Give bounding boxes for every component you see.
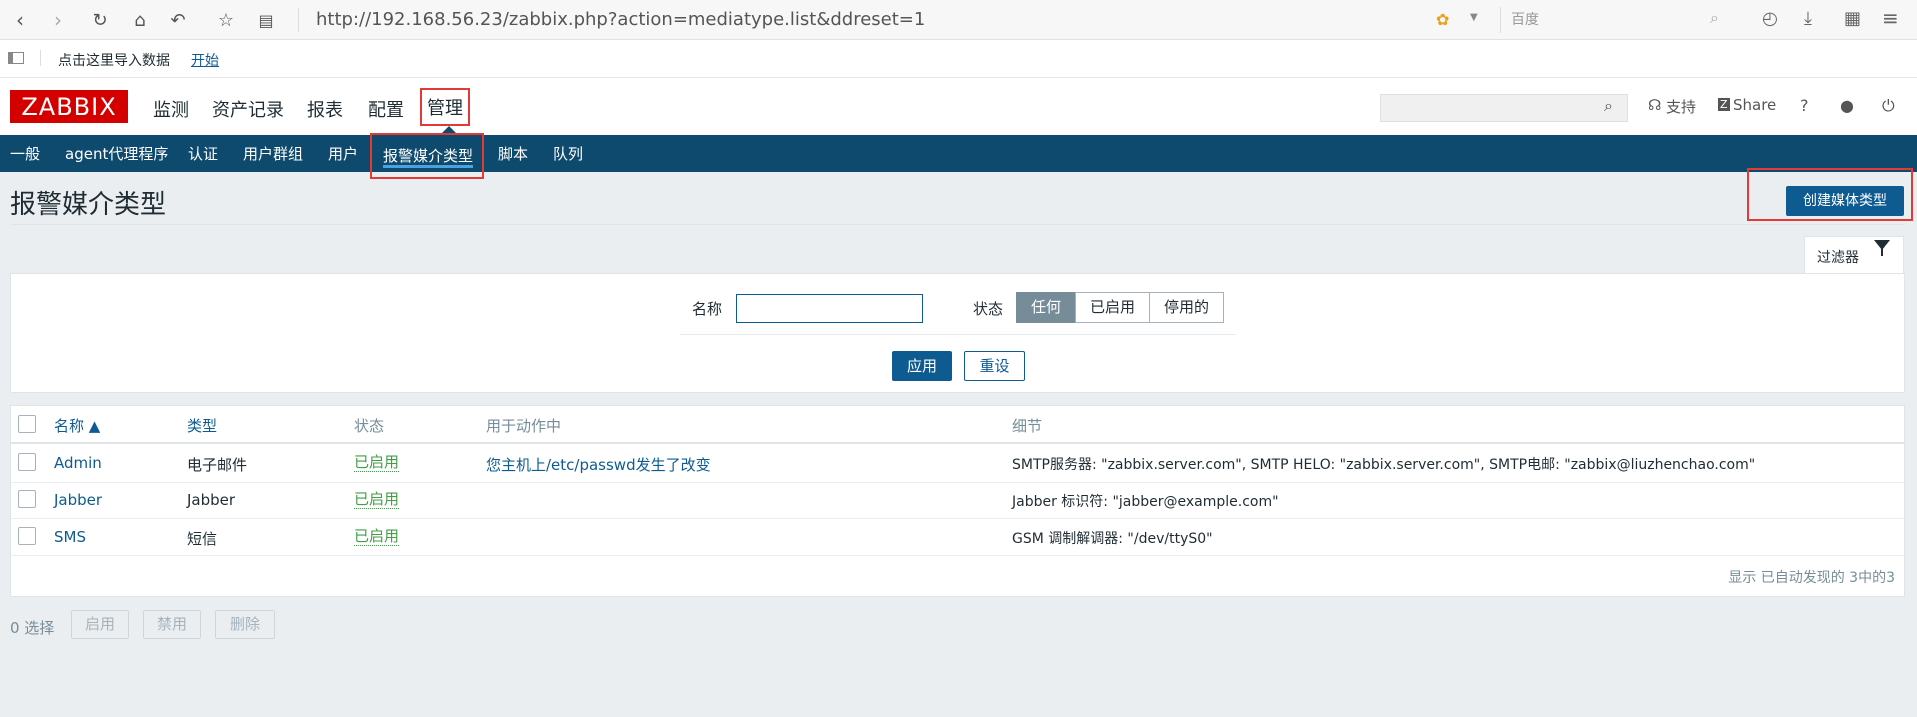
mass-disable-button[interactable]: 禁用 bbox=[143, 610, 201, 639]
reader-icon[interactable]: ▤ bbox=[252, 6, 280, 34]
media-type-type: 电子邮件 bbox=[187, 456, 248, 474]
help-link[interactable]: ? bbox=[1800, 96, 1809, 115]
row-divider bbox=[11, 555, 1904, 556]
table-footer-count: 显示 已自动发现的 3中的3 bbox=[1728, 570, 1895, 586]
filter-icon-stem bbox=[1881, 249, 1883, 256]
reset-button[interactable]: 重设 bbox=[964, 351, 1025, 381]
subnav-active-indicator bbox=[383, 165, 473, 168]
row-divider bbox=[11, 482, 1904, 483]
user-profile-icon[interactable]: ● bbox=[1840, 96, 1854, 115]
filter-tab-label: 过滤器 bbox=[1817, 250, 1859, 266]
select-all-checkbox[interactable] bbox=[18, 415, 36, 433]
status-filter-label: 状态 bbox=[973, 300, 1004, 318]
search-icon[interactable]: ⌕ bbox=[1710, 8, 1719, 28]
filter-divider bbox=[680, 334, 1236, 335]
row-checkbox[interactable] bbox=[18, 490, 36, 508]
apply-button[interactable]: 应用 bbox=[892, 351, 952, 381]
media-type-details: Jabber 标识符: "jabber@example.com" bbox=[1012, 494, 1279, 510]
column-header-type[interactable]: 类型 bbox=[187, 415, 217, 436]
menu-administration[interactable]: 管理 bbox=[420, 88, 470, 126]
bookmark-divider bbox=[40, 50, 41, 66]
subnav-scripts[interactable]: 脚本 bbox=[498, 143, 528, 164]
row-checkbox[interactable] bbox=[18, 453, 36, 471]
status-enabled-radio[interactable]: 已启用 bbox=[1075, 292, 1150, 323]
status-any-radio[interactable]: 任何 bbox=[1016, 292, 1076, 323]
mass-enable-button[interactable]: 启用 bbox=[71, 610, 129, 639]
selected-count: 0 选择 bbox=[10, 619, 55, 637]
subnav-general[interactable]: 一般 bbox=[10, 143, 40, 164]
zabbix-header bbox=[0, 78, 1917, 135]
zabbix-share-icon[interactable]: Z bbox=[1718, 98, 1730, 111]
back-icon[interactable]: ‹ bbox=[6, 6, 34, 34]
media-type-type: 短信 bbox=[187, 530, 218, 548]
subnav-authentication[interactable]: 认证 bbox=[188, 143, 218, 164]
column-header-details: 细节 bbox=[1012, 417, 1043, 435]
bookmark-bar bbox=[0, 40, 1917, 78]
subnav-media-types[interactable]: 报警媒介类型 bbox=[370, 133, 485, 179]
undo-icon[interactable]: ↶ bbox=[164, 6, 192, 34]
sidebar-toggle-icon[interactable] bbox=[8, 52, 24, 64]
browser-search-input[interactable]: 百度 bbox=[1500, 7, 1730, 33]
star-icon[interactable]: ☆ bbox=[212, 6, 240, 34]
media-type-name-link[interactable]: SMS bbox=[54, 528, 86, 546]
apps-icon[interactable]: ▦ bbox=[1844, 8, 1861, 29]
name-filter-input[interactable] bbox=[736, 294, 923, 323]
subnav-proxies[interactable]: agent代理程序 bbox=[65, 143, 168, 164]
address-bar[interactable]: http://192.168.56.23/zabbix.php?action=m… bbox=[316, 8, 925, 32]
media-type-name-link[interactable]: Admin bbox=[54, 454, 102, 472]
name-filter-label: 名称 bbox=[692, 300, 723, 318]
table-header-divider bbox=[11, 442, 1904, 444]
page-title: 报警媒介类型 bbox=[10, 190, 167, 220]
menu-reports[interactable]: 报表 bbox=[307, 96, 343, 122]
search-icon[interactable]: ⌕ bbox=[1604, 96, 1613, 116]
filter-panel bbox=[10, 273, 1905, 393]
subnav-users[interactable]: 用户 bbox=[328, 143, 358, 164]
media-type-status-toggle[interactable]: 已启用 bbox=[354, 491, 400, 509]
url-separator bbox=[298, 8, 299, 32]
forward-icon[interactable]: › bbox=[44, 6, 72, 34]
headset-icon[interactable]: ☊ bbox=[1648, 96, 1661, 114]
media-type-details: SMTP服务器: "zabbix.server.com", SMTP HELO:… bbox=[1012, 457, 1756, 473]
action-link[interactable]: 您主机上/etc/passwd发生了改变 bbox=[486, 454, 711, 475]
menu-inventory[interactable]: 资产记录 bbox=[212, 96, 284, 122]
row-checkbox[interactable] bbox=[18, 527, 36, 545]
column-header-name[interactable]: 名称 ▲ bbox=[54, 415, 100, 436]
mass-delete-button[interactable]: 删除 bbox=[215, 610, 275, 639]
create-media-type-button[interactable]: 创建媒体类型 bbox=[1786, 186, 1904, 216]
column-header-used-in-actions: 用于动作中 bbox=[486, 417, 562, 435]
media-type-status-toggle[interactable]: 已启用 bbox=[354, 454, 400, 472]
subnav-queue[interactable]: 队列 bbox=[553, 143, 583, 164]
share-link[interactable]: Share bbox=[1733, 96, 1776, 114]
status-disabled-radio[interactable]: 停用的 bbox=[1149, 292, 1224, 323]
bee-icon[interactable]: ✿ bbox=[1436, 10, 1449, 29]
subnav-user-groups[interactable]: 用户群组 bbox=[243, 143, 303, 164]
media-types-table bbox=[10, 405, 1905, 597]
zabbix-logo[interactable]: ZABBIX bbox=[10, 90, 128, 123]
logout-icon[interactable]: ⏻ bbox=[1882, 96, 1895, 116]
history-icon[interactable]: ◴ bbox=[1762, 8, 1778, 29]
support-link[interactable]: 支持 bbox=[1666, 96, 1696, 117]
title-divider bbox=[10, 224, 1905, 225]
row-divider bbox=[11, 518, 1904, 519]
chevron-down-icon[interactable]: ▼ bbox=[1470, 12, 1478, 23]
reload-icon[interactable]: ↻ bbox=[86, 6, 114, 34]
global-search-input[interactable] bbox=[1380, 94, 1628, 122]
media-type-type: Jabber bbox=[187, 491, 236, 509]
home-icon[interactable]: ⌂ bbox=[126, 6, 154, 34]
menu-monitoring[interactable]: 监测 bbox=[153, 96, 189, 122]
download-icon[interactable]: ⤓ bbox=[1804, 8, 1812, 29]
media-type-status-toggle[interactable]: 已启用 bbox=[354, 528, 400, 546]
media-type-details: GSM 调制解调器: "/dev/ttyS0" bbox=[1012, 531, 1213, 547]
menu-configuration[interactable]: 配置 bbox=[368, 96, 404, 122]
column-header-status: 状态 bbox=[354, 417, 385, 435]
bookmark-start-link[interactable]: 开始 bbox=[191, 50, 219, 70]
media-type-name-link[interactable]: Jabber bbox=[54, 491, 102, 509]
menu-icon[interactable]: ≡ bbox=[1882, 6, 1899, 30]
bookmark-import-text: 点击这里导入数据 bbox=[58, 53, 170, 69]
